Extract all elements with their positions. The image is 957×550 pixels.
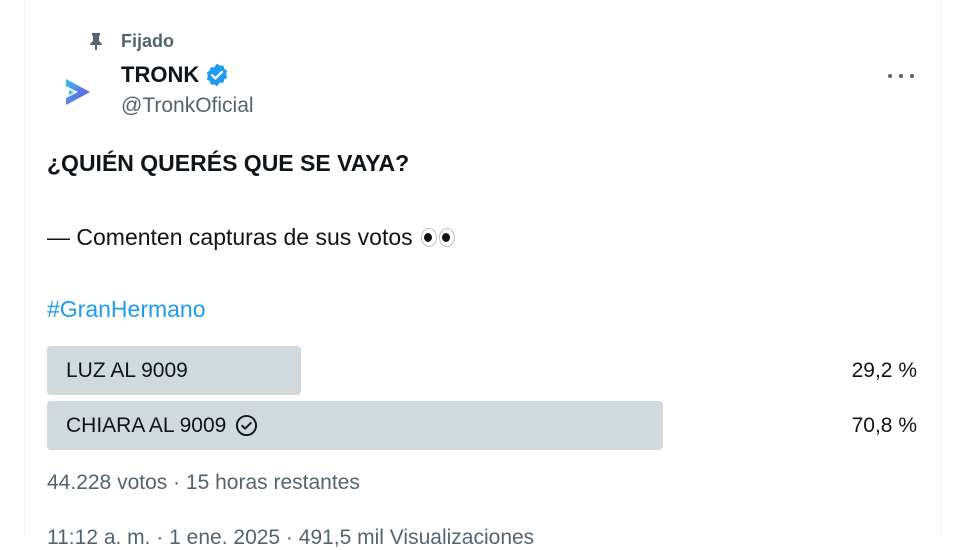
author-name[interactable]: TRONK [121, 62, 199, 88]
right-border [940, 0, 941, 535]
poll-option-text: LUZ AL 9009 [66, 358, 188, 382]
eyes-emoji-icon [420, 228, 455, 247]
tweet-line2-text: — Comenten capturas de sus votos [47, 224, 413, 250]
pinned-label: Fijado [121, 30, 174, 51]
poll-option-text: CHIARA AL 9009 [66, 413, 227, 437]
poll-option: CHIARA AL 9009 70,8 % [47, 401, 917, 450]
verified-badge-icon[interactable] [204, 62, 230, 88]
check-circle-icon [236, 414, 258, 437]
tweet-title: ¿QUIÉN QUERÉS QUE SE VAYA? [47, 150, 410, 176]
poll-option-label: LUZ AL 9009 [66, 346, 188, 395]
tweet-line2: — Comenten capturas de sus votos [47, 224, 455, 251]
hashtag-link[interactable]: #GranHermano [47, 296, 206, 323]
poll-option-percent: 29,2 % [851, 358, 917, 382]
poll-option: LUZ AL 9009 29,2 % [47, 346, 917, 395]
more-options-icon[interactable] [888, 64, 914, 88]
pinned-indicator: Fijado [88, 30, 174, 52]
tweet-timestamp[interactable]: 11:12 a. m. · 1 ene. 2025 · 491,5 mil Vi… [47, 526, 534, 550]
avatar[interactable] [52, 68, 100, 116]
author-handle[interactable]: @TronkOficial [121, 94, 254, 118]
poll-option-percent: 70,8 % [851, 413, 917, 437]
poll-option-label: CHIARA AL 9009 [66, 401, 258, 450]
tronk-logo-icon [66, 79, 90, 105]
pin-icon [90, 33, 102, 50]
author-name-row[interactable]: TRONK [121, 62, 230, 88]
poll-summary: 44.228 votos · 15 horas restantes [47, 471, 360, 494]
left-border [24, 0, 25, 535]
